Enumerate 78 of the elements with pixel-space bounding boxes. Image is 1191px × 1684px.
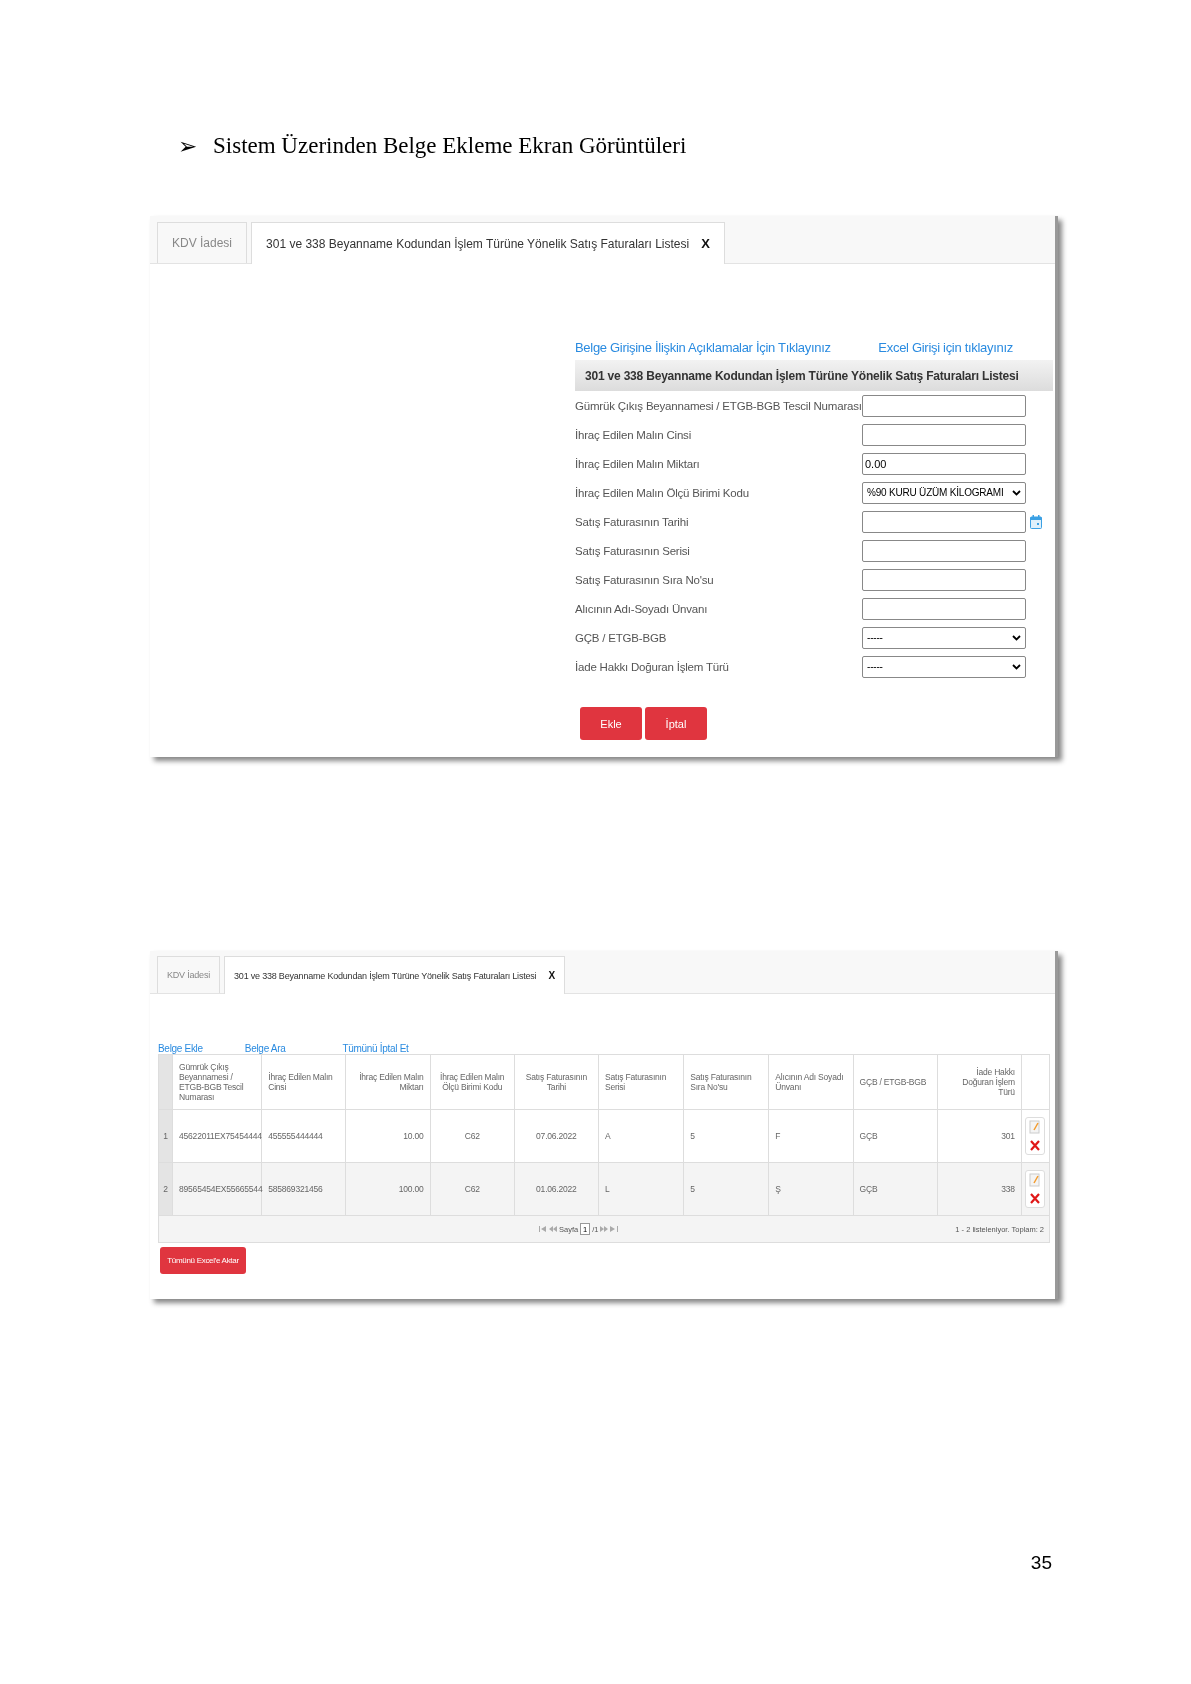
dropdown[interactable]: ----- <box>862 626 1026 649</box>
dropdown[interactable]: %90 KURU ÜZÜM KİLOGRAMI <box>862 481 1026 504</box>
action-link[interactable]: Belge Ekle <box>158 1043 203 1054</box>
table-cell: L <box>598 1162 684 1216</box>
date-field[interactable] <box>862 510 1026 533</box>
field-label: İade Hakkı Doğuran İşlem Türü <box>575 660 730 673</box>
caret-icon <box>1012 663 1021 670</box>
field-label: İhraç Edilen Malın Miktarı <box>575 457 701 470</box>
column-header: İhraç Edilen Malın Miktarı <box>345 1054 431 1110</box>
field-label: Satış Faturasının Sıra No'su <box>575 573 715 586</box>
field-label: Alıcının Adı-Soyadı Ünvanı <box>575 602 709 615</box>
close-button[interactable]: X <box>548 970 555 981</box>
dropdown[interactable]: ----- <box>862 655 1026 678</box>
input-field[interactable] <box>862 568 1026 591</box>
table-cell: 5 <box>683 1109 769 1163</box>
caret-icon <box>1012 489 1021 496</box>
tab[interactable]: KDV İadesi <box>157 222 248 263</box>
column-header: GÇB / ETGB-BGB <box>853 1054 938 1110</box>
help-link[interactable]: Belge Girişine İlişkin Açıklamalar İçin Tıklayınız <box>575 340 831 355</box>
table-cell: 585869321456 <box>261 1162 346 1216</box>
field-label: Satış Faturasının Tarihi <box>575 515 690 528</box>
panel-title: 301 ve 338 Beyanname Kodundan İşlem Türüne Yönelik Satış Faturaları Listesi <box>575 360 1053 391</box>
table-cell: 10.00 <box>345 1109 431 1163</box>
table-cell: 89565454EX55665544 <box>172 1162 262 1216</box>
column-header: Satış Faturasının Sıra No'su <box>683 1054 769 1110</box>
table-cell: 45622011EX75454444 <box>172 1109 262 1163</box>
row-number: 1 <box>158 1109 173 1163</box>
table-cell: A <box>598 1109 684 1163</box>
field-label: GÇB / ETGB-BGB <box>575 631 668 644</box>
calendar-icon[interactable] <box>1030 514 1042 529</box>
column-header: İade Hakkı Doğuran İşlem Türü <box>937 1054 1022 1110</box>
pager-arrow-icon[interactable] <box>600 1226 609 1232</box>
table-cell: 5 <box>683 1162 769 1216</box>
page-number: 35 <box>1029 1552 1052 1574</box>
table-cell: 07.06.2022 <box>514 1109 599 1163</box>
pager-arrow-icon[interactable] <box>549 1226 557 1232</box>
input-field[interactable] <box>862 394 1026 417</box>
section-heading: Sistem Üzerinden Belge Ekleme Ekran Görüntüleri <box>213 133 687 160</box>
table-cell: 301 <box>937 1109 1022 1163</box>
row-number: 2 <box>158 1162 173 1216</box>
tab[interactable]: 301 ve 338 Beyanname Kodundan İşlem Türüne Yönelik Satış Faturaları Listesi X <box>224 956 565 994</box>
table-cell: 01.06.2022 <box>514 1162 599 1216</box>
table-cell: 100.00 <box>345 1162 431 1216</box>
action-button[interactable]: Ekle <box>580 707 642 740</box>
field-label: Satış Faturasının Serisi <box>575 544 691 557</box>
caret-icon <box>1012 634 1021 641</box>
table-cell: C62 <box>430 1109 515 1163</box>
table-cell: Ş <box>768 1162 854 1216</box>
action-button[interactable]: İptal <box>645 707 707 740</box>
input-field[interactable] <box>862 539 1026 562</box>
pager-arrow-icon[interactable] <box>539 1226 547 1232</box>
column-header: Satış Faturasının Tarihi <box>514 1054 599 1110</box>
bullet-arrow: ➢ <box>178 133 197 160</box>
column-header: Alıcının Adı Soyadı Ünvanı <box>768 1054 854 1110</box>
column-header: İhraç Edilen Malın Ölçü Birimi Kodu <box>430 1054 515 1110</box>
table-cell: C62 <box>430 1162 515 1216</box>
pager-arrow-icon[interactable] <box>610 1226 619 1232</box>
tab[interactable]: 301 ve 338 Beyanname Kodundan İşlem Türüne Yönelik Satış Faturaları Listesi X <box>251 222 725 264</box>
table-cell: F <box>768 1109 854 1163</box>
column-header: İhraç Edilen Malın Cinsi <box>261 1054 346 1110</box>
column-header: Satış Faturasının Serisi <box>598 1054 684 1110</box>
table-cell: 455555444444 <box>261 1109 346 1163</box>
tab[interactable]: KDV İadesi <box>157 956 221 993</box>
action-link[interactable]: Tümünü İptal Et <box>342 1043 409 1054</box>
table-cell: GÇB <box>853 1109 938 1163</box>
input-field[interactable] <box>862 423 1026 446</box>
help-link[interactable]: Excel Girişi için tıklayınız <box>878 340 1013 355</box>
field-label: İhraç Edilen Malın Cinsi <box>575 428 692 441</box>
close-button[interactable]: X <box>701 236 710 251</box>
input-field[interactable]: 0.00 <box>862 452 1026 475</box>
field-label: İhraç Edilen Malın Ölçü Birimi Kodu <box>575 486 750 499</box>
field-label: Gümrük Çıkış Beyannamesi / ETGB-BGB Tescil Numarası <box>575 399 862 412</box>
table-cell: 338 <box>937 1162 1022 1216</box>
input-field[interactable] <box>862 597 1026 620</box>
column-header: Gümrük Çıkış Beyannamesi / ETGB-BGB Tescil Numarası <box>172 1054 262 1110</box>
export-button[interactable]: Tümünü Excel'e Aktar <box>160 1247 246 1274</box>
action-link[interactable]: Belge Ara <box>244 1043 286 1054</box>
table-cell: GÇB <box>853 1162 938 1216</box>
